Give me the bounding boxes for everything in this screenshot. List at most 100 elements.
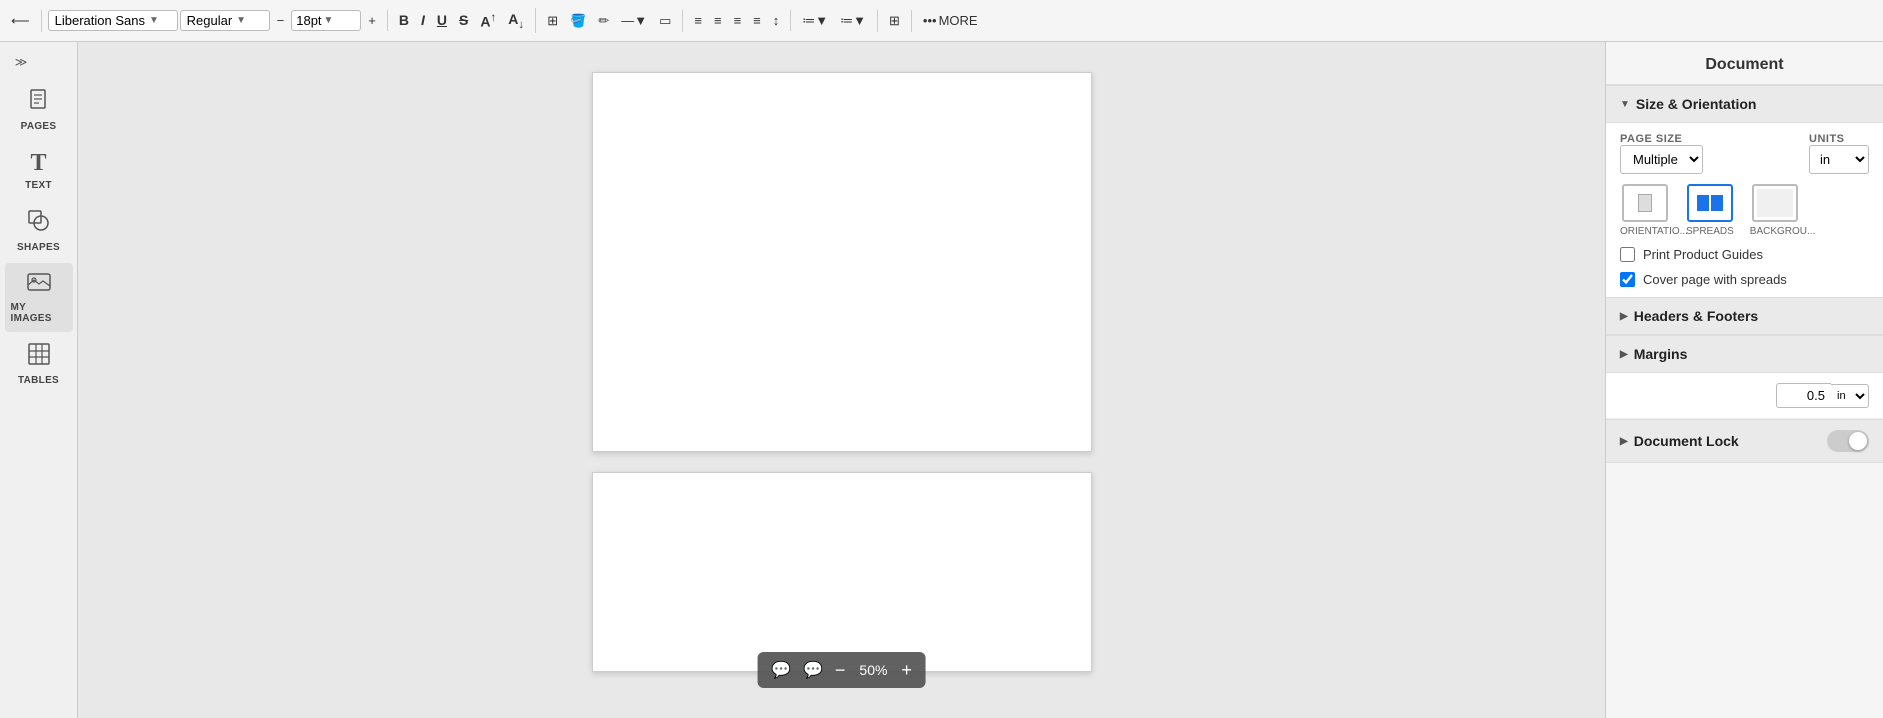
sidebar-item-pages[interactable]: PAGES <box>5 80 73 140</box>
left-sidebar: ≫ PAGES T TEXT <box>0 42 78 718</box>
page-size-select[interactable]: Multiple <box>1620 145 1703 174</box>
margins-value-row: in cm <box>1606 373 1883 419</box>
page-size-group: PAGE SIZE Multiple <box>1620 133 1801 174</box>
size-orientation-content: PAGE SIZE Multiple UNITS in cm mm <box>1606 123 1883 297</box>
orientation-option[interactable]: ORIENTATIO... <box>1620 184 1670 237</box>
zoom-increase-btn[interactable]: + <box>897 661 916 679</box>
orientation-options-row: ORIENTATIO... SPREADS BACKGROU... <box>1620 184 1869 237</box>
text-icon: T <box>30 150 46 177</box>
pages-label: PAGES <box>21 121 57 132</box>
document-lock-arrow: ▶ <box>1620 436 1628 447</box>
margins-arrow: ▶ <box>1620 349 1628 360</box>
spread-right-icon <box>1711 195 1723 211</box>
page-2-canvas <box>592 472 1092 672</box>
nav-btn[interactable]: ⟵ <box>6 10 35 32</box>
font-size-increase[interactable]: + <box>363 10 381 31</box>
margins-label: Margins <box>1634 346 1688 362</box>
font-size-value: 18pt <box>296 13 321 28</box>
font-name-value: Liberation Sans <box>55 13 145 28</box>
units-group: UNITS in cm mm <box>1809 133 1869 174</box>
spreads-icon-box <box>1687 184 1733 222</box>
units-select[interactable]: in cm mm <box>1809 145 1869 174</box>
orientation-icon-box <box>1622 184 1668 222</box>
bold-button[interactable]: B <box>394 9 414 31</box>
spreads-option[interactable]: SPREADS <box>1686 184 1734 237</box>
main-area: ≫ PAGES T TEXT <box>0 42 1883 718</box>
insert-table-btn[interactable]: ⊞ <box>884 10 905 32</box>
background-icon-box <box>1752 184 1798 222</box>
headers-footers-header[interactable]: ▶ Headers & Footers <box>1606 297 1883 335</box>
line-style-btn[interactable]: —▼ <box>616 10 652 31</box>
superscript-button[interactable]: A↑ <box>475 8 501 33</box>
text-format-group: B I U S A↑ A↓ <box>394 8 536 34</box>
document-lock-header[interactable]: ▶ Document Lock <box>1606 419 1883 463</box>
align-right-btn[interactable]: ≡ <box>729 10 747 31</box>
font-name-chevron: ▼ <box>149 15 159 26</box>
right-panel: Document ▼ Size & Orientation PAGE SIZE … <box>1605 42 1883 718</box>
font-style-selector[interactable]: Regular ▼ <box>180 10 270 31</box>
font-size-decrease[interactable]: − <box>272 10 290 31</box>
print-guides-label: Print Product Guides <box>1643 247 1763 262</box>
my-images-icon <box>27 271 51 299</box>
more-btn[interactable]: ••• MORE <box>918 10 983 31</box>
panel-title: Document <box>1606 42 1883 85</box>
background-label: BACKGROU... <box>1750 226 1800 237</box>
background-option[interactable]: BACKGROU... <box>1750 184 1800 237</box>
sidebar-item-shapes[interactable]: SHAPES <box>5 201 73 261</box>
italic-button[interactable]: I <box>416 9 430 31</box>
align-center-btn[interactable]: ≡ <box>709 10 727 31</box>
number-list-btn[interactable]: ≔▼ <box>835 10 871 32</box>
list-group: ≔▼ ≔▼ <box>797 10 878 32</box>
zoom-value-display: 50% <box>853 662 893 678</box>
sidebar-item-tables[interactable]: TABLES <box>5 334 73 394</box>
print-guides-row: Print Product Guides <box>1620 247 1869 262</box>
pages-icon <box>28 88 50 118</box>
subscript-button[interactable]: A↓ <box>503 8 529 34</box>
margin-value-input[interactable] <box>1776 383 1831 408</box>
more-icon: ••• <box>923 13 937 28</box>
align-justify-btn[interactable]: ≡ <box>748 10 766 31</box>
highlight-btn[interactable]: ✏ <box>593 10 614 32</box>
zoom-controls: 💬 💬 − 50% + <box>757 652 926 688</box>
border-btn[interactable]: ▭ <box>654 10 676 32</box>
font-size-chevron: ▼ <box>324 15 334 26</box>
tables-icon <box>27 342 51 372</box>
comment-icon-1[interactable]: 💬 <box>767 658 795 682</box>
main-toolbar: ⟵ Liberation Sans ▼ Regular ▼ − 18pt ▼ +… <box>0 0 1883 42</box>
bullet-list-btn[interactable]: ≔▼ <box>797 10 833 32</box>
sidebar-item-my-images[interactable]: MY IMAGES <box>5 263 73 332</box>
sidebar-toggle-btn[interactable]: ≫ <box>6 50 36 74</box>
margin-unit-select[interactable]: in cm <box>1831 384 1869 408</box>
size-orientation-arrow: ▼ <box>1620 99 1630 110</box>
strikethrough-button[interactable]: S <box>454 9 473 31</box>
text-tools-group: ⊞ 🪣 ✏ —▼ ▭ <box>542 10 683 32</box>
shapes-label: SHAPES <box>17 242 60 253</box>
background-preview <box>1757 189 1793 217</box>
text-box-btn[interactable]: ⊞ <box>542 10 563 32</box>
zoom-decrease-btn[interactable]: − <box>831 661 850 679</box>
spread-left-icon <box>1697 195 1709 211</box>
headers-footers-label: Headers & Footers <box>1634 308 1758 324</box>
cover-page-row: Cover page with spreads <box>1620 272 1869 287</box>
align-left-btn[interactable]: ≡ <box>689 10 707 31</box>
font-size-selector[interactable]: 18pt ▼ <box>291 10 361 31</box>
cover-page-checkbox[interactable] <box>1620 272 1635 287</box>
font-name-selector[interactable]: Liberation Sans ▼ <box>48 10 178 31</box>
page-size-row: PAGE SIZE Multiple UNITS in cm mm <box>1620 133 1869 174</box>
print-guides-checkbox[interactable] <box>1620 247 1635 262</box>
comment-icon-2[interactable]: 💬 <box>799 658 827 682</box>
size-orientation-label: Size & Orientation <box>1636 96 1757 112</box>
spreads-label: SPREADS <box>1686 226 1734 237</box>
font-group: Liberation Sans ▼ Regular ▼ − 18pt ▼ + <box>48 10 388 31</box>
document-lock-toggle[interactable] <box>1827 430 1869 452</box>
margins-header[interactable]: ▶ Margins <box>1606 335 1883 373</box>
line-spacing-btn[interactable]: ↕ <box>768 10 785 31</box>
sidebar-item-text[interactable]: T TEXT <box>5 142 73 199</box>
fill-color-btn[interactable]: 🪣 <box>565 10 591 32</box>
toolbar-nav: ⟵ <box>6 10 42 32</box>
tables-label: TABLES <box>18 375 59 386</box>
underline-button[interactable]: U <box>432 9 452 31</box>
orientation-portrait-icon <box>1638 194 1652 212</box>
sidebar-toggle-icon: ≫ <box>15 55 28 69</box>
size-orientation-header[interactable]: ▼ Size & Orientation <box>1606 85 1883 123</box>
